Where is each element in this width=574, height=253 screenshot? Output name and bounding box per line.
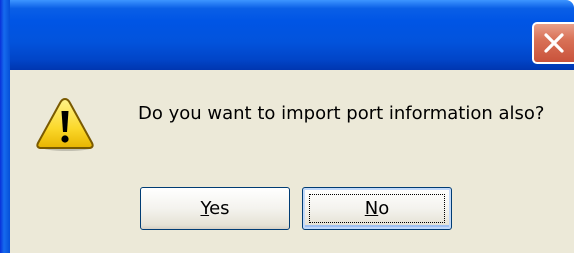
no-button[interactable]: No [302, 187, 452, 230]
dialog-body: Do you want to import port information a… [10, 70, 574, 253]
close-icon [544, 33, 564, 53]
window-frame-left [0, 0, 10, 253]
dialog-message: Do you want to import port information a… [138, 103, 545, 124]
yes-button-label: Yes [200, 198, 230, 219]
yes-button[interactable]: Yes [140, 187, 290, 230]
title-bar[interactable] [0, 0, 574, 70]
close-button[interactable] [532, 22, 574, 64]
message-dialog: Do you want to import port information a… [0, 0, 574, 253]
focus-ring [309, 194, 445, 223]
warning-icon [35, 96, 95, 152]
